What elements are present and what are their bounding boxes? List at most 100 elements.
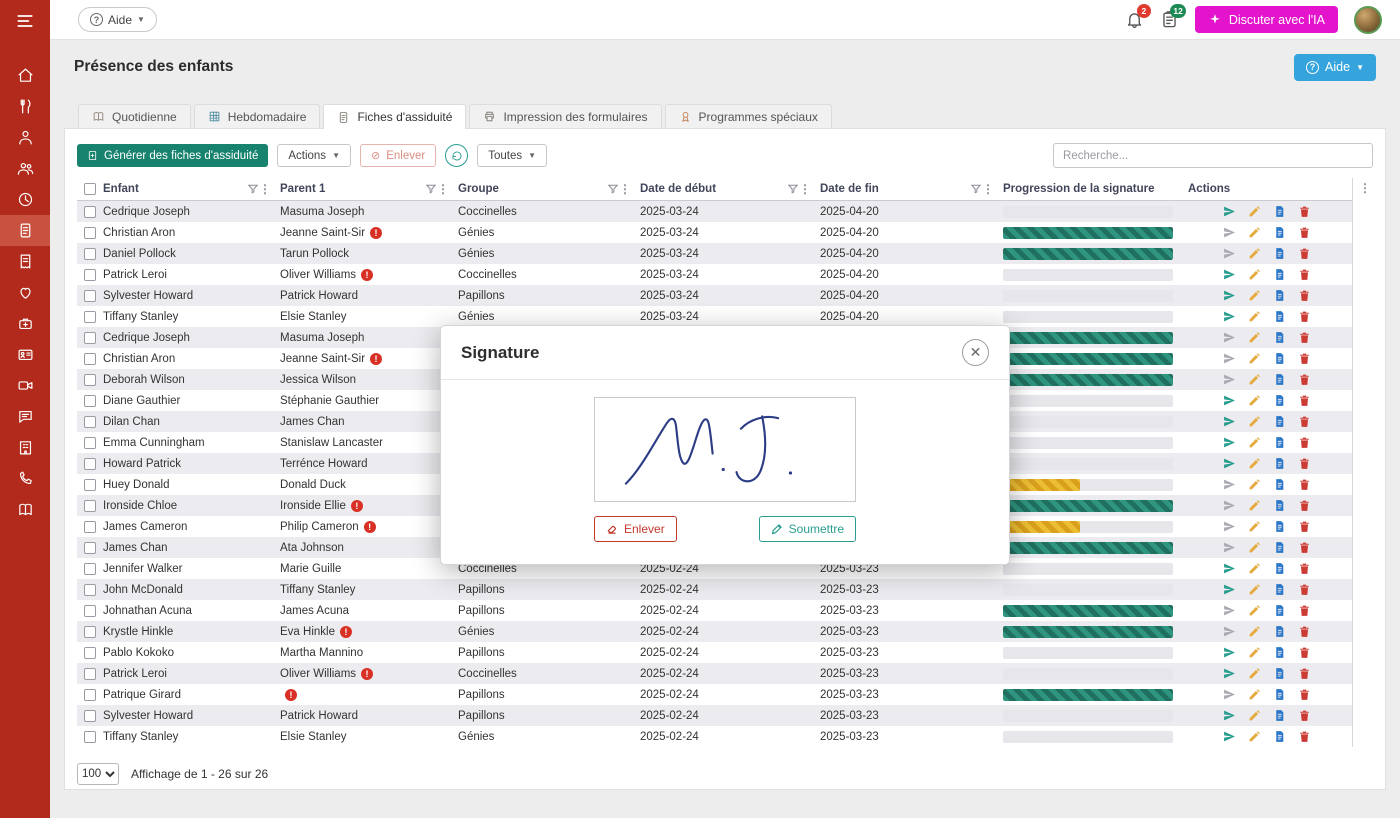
menu-toggle-icon[interactable] xyxy=(0,0,50,42)
edit-icon[interactable] xyxy=(1248,331,1261,344)
column-menu-icon[interactable]: ⋮ xyxy=(259,183,271,195)
copy-icon[interactable] xyxy=(1273,520,1286,533)
refresh-button[interactable] xyxy=(445,144,468,167)
sidebar-item-schedule[interactable] xyxy=(0,184,50,215)
copy-icon[interactable] xyxy=(1273,583,1286,596)
edit-icon[interactable] xyxy=(1248,268,1261,281)
row-checkbox[interactable] xyxy=(84,248,96,260)
tab-quotidienne[interactable]: Quotidienne xyxy=(78,104,191,128)
remove-button[interactable]: ⊘ Enlever xyxy=(360,144,436,167)
edit-icon[interactable] xyxy=(1248,289,1261,302)
row-checkbox[interactable] xyxy=(84,626,96,638)
delete-icon[interactable] xyxy=(1298,730,1311,743)
filter-icon[interactable] xyxy=(788,184,798,194)
row-checkbox[interactable] xyxy=(84,689,96,701)
topbar-help-dropdown[interactable]: ? Aide ▼ xyxy=(78,7,157,32)
edit-icon[interactable] xyxy=(1248,688,1261,701)
delete-icon[interactable] xyxy=(1298,394,1311,407)
delete-icon[interactable] xyxy=(1298,247,1311,260)
edit-icon[interactable] xyxy=(1248,247,1261,260)
delete-icon[interactable] xyxy=(1298,499,1311,512)
row-checkbox[interactable] xyxy=(84,269,96,281)
page-size-select[interactable]: 100 xyxy=(77,763,119,785)
delete-icon[interactable] xyxy=(1298,520,1311,533)
copy-icon[interactable] xyxy=(1273,541,1286,554)
page-help-button[interactable]: ? Aide ▼ xyxy=(1294,54,1376,81)
tab-programmes-speciaux[interactable]: Programmes spéciaux xyxy=(665,104,832,128)
edit-icon[interactable] xyxy=(1248,436,1261,449)
row-checkbox[interactable] xyxy=(84,647,96,659)
sidebar-item-video[interactable] xyxy=(0,370,50,401)
sidebar-item-messages[interactable] xyxy=(0,401,50,432)
row-checkbox[interactable] xyxy=(84,416,96,428)
sidebar-item-nutrition[interactable] xyxy=(0,91,50,122)
delete-icon[interactable] xyxy=(1298,478,1311,491)
sidebar-item-invoices[interactable] xyxy=(0,246,50,277)
delete-icon[interactable] xyxy=(1298,604,1311,617)
delete-icon[interactable] xyxy=(1298,436,1311,449)
delete-icon[interactable] xyxy=(1298,625,1311,638)
edit-icon[interactable] xyxy=(1248,310,1261,323)
select-all-checkbox[interactable] xyxy=(84,183,96,195)
sidebar-item-first-aid[interactable] xyxy=(0,308,50,339)
sidebar-item-id-card[interactable] xyxy=(0,339,50,370)
edit-icon[interactable] xyxy=(1248,646,1261,659)
sidebar-item-journal[interactable] xyxy=(0,494,50,525)
tab-fiches-assiduite[interactable]: Fiches d'assiduité xyxy=(323,104,466,129)
copy-icon[interactable] xyxy=(1273,709,1286,722)
copy-icon[interactable] xyxy=(1273,373,1286,386)
edit-icon[interactable] xyxy=(1248,604,1261,617)
send-icon[interactable] xyxy=(1223,457,1236,470)
copy-icon[interactable] xyxy=(1273,688,1286,701)
edit-icon[interactable] xyxy=(1248,583,1261,596)
row-checkbox[interactable] xyxy=(84,710,96,722)
filter-icon[interactable] xyxy=(248,184,258,194)
delete-icon[interactable] xyxy=(1298,562,1311,575)
chat-ai-button[interactable]: Discuter avec l'IA xyxy=(1195,6,1338,33)
send-icon[interactable] xyxy=(1223,310,1236,323)
copy-icon[interactable] xyxy=(1273,415,1286,428)
send-icon[interactable] xyxy=(1223,583,1236,596)
row-checkbox[interactable] xyxy=(84,563,96,575)
edit-icon[interactable] xyxy=(1248,457,1261,470)
row-checkbox[interactable] xyxy=(84,542,96,554)
table-menu-icon[interactable]: ⋮ xyxy=(1359,182,1371,194)
close-icon[interactable]: ✕ xyxy=(962,339,989,366)
copy-icon[interactable] xyxy=(1273,205,1286,218)
edit-icon[interactable] xyxy=(1248,625,1261,638)
copy-icon[interactable] xyxy=(1273,310,1286,323)
row-checkbox[interactable] xyxy=(84,353,96,365)
sidebar-item-health[interactable] xyxy=(0,277,50,308)
filter-icon[interactable] xyxy=(971,184,981,194)
copy-icon[interactable] xyxy=(1273,394,1286,407)
delete-icon[interactable] xyxy=(1298,226,1311,239)
row-checkbox[interactable] xyxy=(84,521,96,533)
send-icon[interactable] xyxy=(1223,709,1236,722)
copy-icon[interactable] xyxy=(1273,625,1286,638)
copy-icon[interactable] xyxy=(1273,646,1286,659)
send-icon[interactable] xyxy=(1223,520,1236,533)
edit-icon[interactable] xyxy=(1248,520,1261,533)
copy-icon[interactable] xyxy=(1273,331,1286,344)
sidebar-item-attendance-sheets[interactable] xyxy=(0,215,50,246)
delete-icon[interactable] xyxy=(1298,352,1311,365)
send-icon[interactable] xyxy=(1223,268,1236,281)
row-checkbox[interactable] xyxy=(84,395,96,407)
edit-icon[interactable] xyxy=(1248,667,1261,680)
copy-icon[interactable] xyxy=(1273,247,1286,260)
delete-icon[interactable] xyxy=(1298,373,1311,386)
copy-icon[interactable] xyxy=(1273,226,1286,239)
send-icon[interactable] xyxy=(1223,415,1236,428)
send-icon[interactable] xyxy=(1223,205,1236,218)
edit-icon[interactable] xyxy=(1248,415,1261,428)
edit-icon[interactable] xyxy=(1248,541,1261,554)
edit-icon[interactable] xyxy=(1248,205,1261,218)
send-icon[interactable] xyxy=(1223,436,1236,449)
row-checkbox[interactable] xyxy=(84,500,96,512)
send-icon[interactable] xyxy=(1223,352,1236,365)
edit-icon[interactable] xyxy=(1248,352,1261,365)
send-icon[interactable] xyxy=(1223,373,1236,386)
send-icon[interactable] xyxy=(1223,604,1236,617)
actions-dropdown[interactable]: Actions▼ xyxy=(277,144,351,167)
send-icon[interactable] xyxy=(1223,541,1236,554)
